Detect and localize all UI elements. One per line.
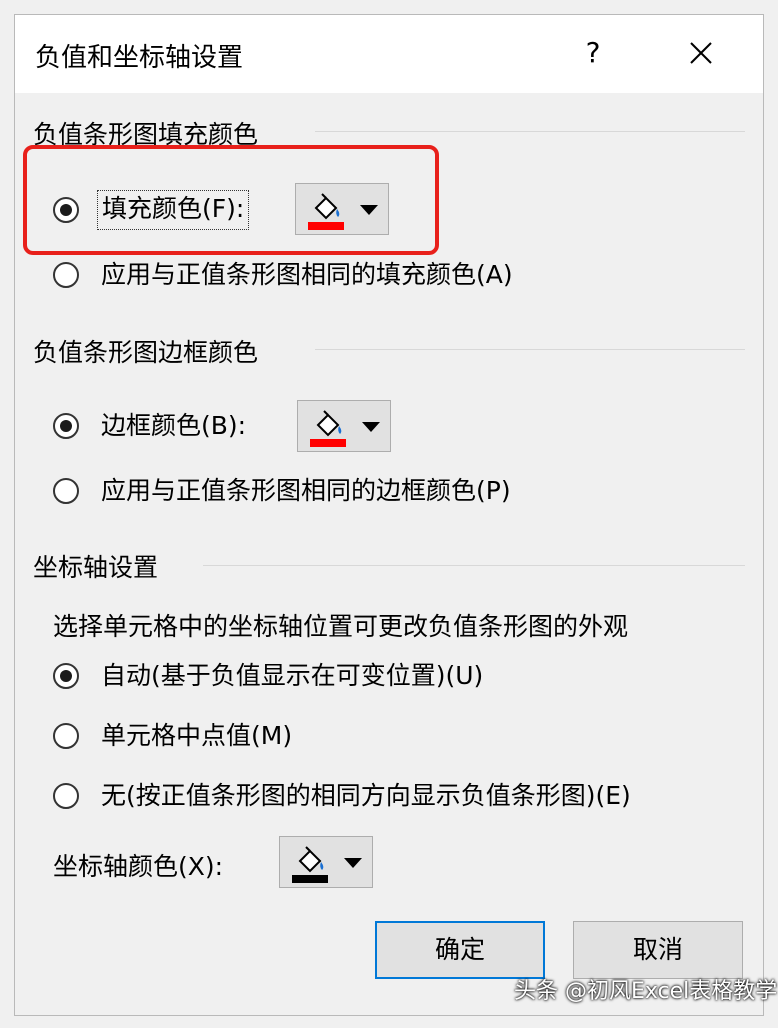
ok-button[interactable]: 确定 — [375, 921, 545, 979]
axis-color-swatch — [292, 875, 328, 883]
border-color-radio[interactable] — [53, 413, 79, 439]
axis-midpoint-radio[interactable] — [53, 723, 79, 749]
help-button[interactable]: ? — [571, 31, 615, 75]
fill-same-label: 应用与正值条形图相同的填充颜色(A) — [101, 260, 513, 289]
axis-none-option[interactable]: 无(按正值条形图的相同方向显示负值条形图)(E) — [53, 778, 753, 818]
border-same-label: 应用与正值条形图相同的边框颜色(P) — [101, 476, 511, 505]
axis-color-picker[interactable] — [279, 836, 373, 888]
axis-auto-radio[interactable] — [53, 663, 79, 689]
axis-midpoint-option[interactable]: 单元格中点值(M) — [53, 718, 453, 758]
fill-same-option[interactable]: 应用与正值条形图相同的填充颜色(A) — [53, 257, 713, 297]
fill-section-divider — [315, 131, 745, 132]
border-section-title: 负值条形图边框颜色 — [33, 338, 259, 367]
close-icon — [690, 42, 712, 64]
axis-auto-label: 自动(基于负值显示在可变位置)(U) — [101, 661, 484, 690]
negative-value-axis-dialog: 负值和坐标轴设置 ? 负值条形图填充颜色 填充颜色(F): 应用与正值条形图相同… — [14, 14, 764, 1016]
border-color-label: 边框颜色(B): — [101, 411, 247, 440]
axis-auto-option[interactable]: 自动(基于负值显示在可变位置)(U) — [53, 658, 613, 698]
border-color-swatch — [310, 439, 346, 447]
dropdown-arrow-icon — [360, 205, 378, 215]
axis-midpoint-label: 单元格中点值(M) — [101, 721, 293, 750]
fill-color-radio[interactable] — [53, 197, 79, 223]
watermark: 头条 @初风Excel表格教学 — [514, 973, 777, 1005]
axis-description: 选择单元格中的坐标轴位置可更改负值条形图的外观 — [53, 612, 629, 641]
focus-rectangle: 填充颜色(F): — [97, 190, 250, 230]
close-button[interactable] — [679, 31, 723, 75]
watermark-text: 头条 @初风Excel表格教学 — [514, 979, 778, 1004]
border-color-picker[interactable] — [297, 400, 391, 452]
axis-color-label: 坐标轴颜色(X): — [53, 852, 224, 881]
axis-none-radio[interactable] — [53, 783, 79, 809]
fill-color-label: 填充颜色(F): — [102, 194, 245, 223]
border-color-option[interactable]: 边框颜色(B): — [53, 408, 313, 448]
axis-section-divider — [203, 565, 745, 566]
axis-none-label: 无(按正值条形图的相同方向显示负值条形图)(E) — [101, 781, 631, 810]
fill-same-radio[interactable] — [53, 262, 79, 288]
border-same-option[interactable]: 应用与正值条形图相同的边框颜色(P) — [53, 473, 713, 513]
dropdown-arrow-icon — [344, 858, 362, 868]
fill-color-swatch — [308, 222, 344, 230]
axis-section-title: 坐标轴设置 — [33, 553, 159, 582]
border-same-radio[interactable] — [53, 478, 79, 504]
title-bar: 负值和坐标轴设置 ? — [15, 15, 763, 93]
border-section-divider — [315, 349, 745, 350]
dialog-title: 负值和坐标轴设置 — [35, 43, 244, 73]
fill-color-picker[interactable] — [295, 183, 389, 235]
cancel-button[interactable]: 取消 — [573, 921, 743, 979]
dropdown-arrow-icon — [362, 422, 380, 432]
